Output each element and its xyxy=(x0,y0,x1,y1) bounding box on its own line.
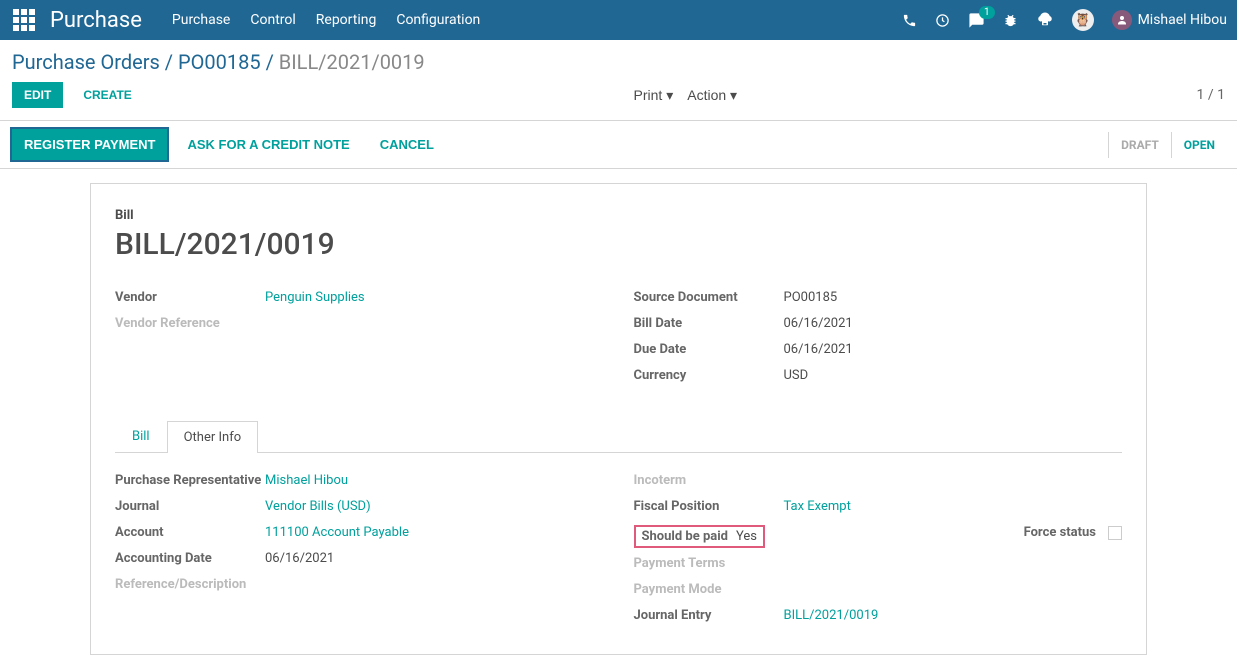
breadcrumb-current: BILL/2021/0019 xyxy=(279,50,425,74)
tabs: Bill Other Info xyxy=(115,420,1122,453)
duedate-value: 06/16/2021 xyxy=(784,342,1123,357)
discuss-icon[interactable]: 1 xyxy=(968,12,985,29)
status-steps: DRAFT OPEN xyxy=(1108,132,1227,158)
tab-bill[interactable]: Bill xyxy=(115,420,167,452)
edit-button[interactable]: EDIT xyxy=(12,82,63,108)
status-open[interactable]: OPEN xyxy=(1171,132,1227,158)
toolbar-center: Print ▾ Action ▾ xyxy=(374,87,738,104)
force-status-checkbox[interactable] xyxy=(1108,526,1122,540)
should-be-paid-highlight: Should be paid Yes xyxy=(634,525,766,548)
nav-item-configuration[interactable]: Configuration xyxy=(396,12,480,28)
phone-icon[interactable] xyxy=(902,13,917,28)
bug-icon[interactable] xyxy=(1003,13,1018,28)
nav-item-purchase[interactable]: Purchase xyxy=(172,12,230,28)
nav-item-control[interactable]: Control xyxy=(250,12,295,28)
breadcrumb-item-0[interactable]: Purchase Orders xyxy=(12,50,160,74)
breadcrumb-row: Purchase Orders / PO00185 / BILL/2021/00… xyxy=(0,40,1237,78)
toolbar: EDIT CREATE Print ▾ Action ▾ 1 / 1 xyxy=(0,78,1237,120)
avatar xyxy=(1112,10,1132,30)
breadcrumb-item-1[interactable]: PO00185 xyxy=(178,50,261,74)
pager[interactable]: 1 / 1 xyxy=(1197,87,1225,103)
account-link[interactable]: 111100 Account Payable xyxy=(265,525,409,540)
form-sheet: Bill BILL/2021/0019 Vendor Penguin Suppl… xyxy=(90,183,1147,655)
fiscal-label: Fiscal Position xyxy=(634,499,784,514)
chevron-down-icon: ▾ xyxy=(666,87,673,103)
billdate-label: Bill Date xyxy=(634,316,784,331)
breadcrumb: Purchase Orders / PO00185 / BILL/2021/00… xyxy=(12,50,425,74)
rep-link[interactable]: Mishael Hibou xyxy=(265,473,348,488)
payterms-label: Payment Terms xyxy=(634,556,784,571)
owl-icon[interactable]: 🦉 xyxy=(1072,9,1094,31)
paid-value: Yes xyxy=(736,529,757,544)
print-dropdown[interactable]: Print ▾ xyxy=(634,87,674,104)
user-name: Mishael Hibou xyxy=(1138,12,1227,28)
paid-label: Should be paid xyxy=(642,529,729,544)
action-dropdown[interactable]: Action ▾ xyxy=(687,87,737,104)
source-value: PO00185 xyxy=(784,290,1123,305)
currency-label: Currency xyxy=(634,368,784,383)
force-status-label: Force status xyxy=(1024,525,1096,540)
navbar: Purchase Purchase Control Reporting Conf… xyxy=(0,0,1237,40)
journal-entry-link[interactable]: BILL/2021/0019 xyxy=(784,608,879,623)
vendor-link[interactable]: Penguin Supplies xyxy=(265,290,365,305)
clock-icon[interactable] xyxy=(935,13,950,28)
apps-icon[interactable] xyxy=(10,6,38,34)
billdate-value: 06/16/2021 xyxy=(784,316,1123,331)
statusbar: REGISTER PAYMENT ASK FOR A CREDIT NOTE C… xyxy=(0,120,1237,169)
nav-right: 1 🦉 Mishael Hibou xyxy=(902,9,1227,31)
incoterm-label: Incoterm xyxy=(634,473,784,488)
studio-icon[interactable] xyxy=(1036,11,1054,29)
rep-label: Purchase Representative xyxy=(115,473,265,488)
sheet-title: BILL/2021/0019 xyxy=(115,227,1122,262)
vendor-label: Vendor xyxy=(115,290,265,305)
tab-other-info[interactable]: Other Info xyxy=(167,421,259,453)
register-payment-button[interactable]: REGISTER PAYMENT xyxy=(10,127,169,162)
account-label: Account xyxy=(115,525,265,540)
refdesc-label: Reference/Description xyxy=(115,577,265,592)
currency-value: USD xyxy=(784,368,1123,383)
accdate-label: Accounting Date xyxy=(115,551,265,566)
status-draft[interactable]: DRAFT xyxy=(1108,132,1171,158)
journal-link[interactable]: Vendor Bills (USD) xyxy=(265,499,371,514)
cancel-button[interactable]: CANCEL xyxy=(368,129,446,160)
header-fields: Vendor Penguin Supplies Vendor Reference… xyxy=(115,286,1122,390)
fiscal-link[interactable]: Tax Exempt xyxy=(784,499,851,514)
other-info-fields: Purchase Representative Mishael Hibou Jo… xyxy=(115,469,1122,630)
journal-label: Journal xyxy=(115,499,265,514)
user-menu[interactable]: Mishael Hibou xyxy=(1112,10,1227,30)
journal-entry-label: Journal Entry xyxy=(634,608,784,623)
ask-credit-button[interactable]: ASK FOR A CREDIT NOTE xyxy=(175,129,361,160)
create-button[interactable]: CREATE xyxy=(71,82,143,108)
accdate-value: 06/16/2021 xyxy=(265,551,604,566)
nav-menu: Purchase Control Reporting Configuration xyxy=(172,12,480,28)
brand: Purchase xyxy=(50,8,142,33)
nav-item-reporting[interactable]: Reporting xyxy=(316,12,377,28)
source-label: Source Document xyxy=(634,290,784,305)
vendor-ref-label: Vendor Reference xyxy=(115,316,265,331)
activity-count: 1 xyxy=(979,6,995,19)
sheet-title-label: Bill xyxy=(115,208,1122,223)
duedate-label: Due Date xyxy=(634,342,784,357)
paymode-label: Payment Mode xyxy=(634,582,784,597)
chevron-down-icon: ▾ xyxy=(730,87,737,103)
form-sheet-bg: Bill BILL/2021/0019 Vendor Penguin Suppl… xyxy=(0,169,1237,669)
